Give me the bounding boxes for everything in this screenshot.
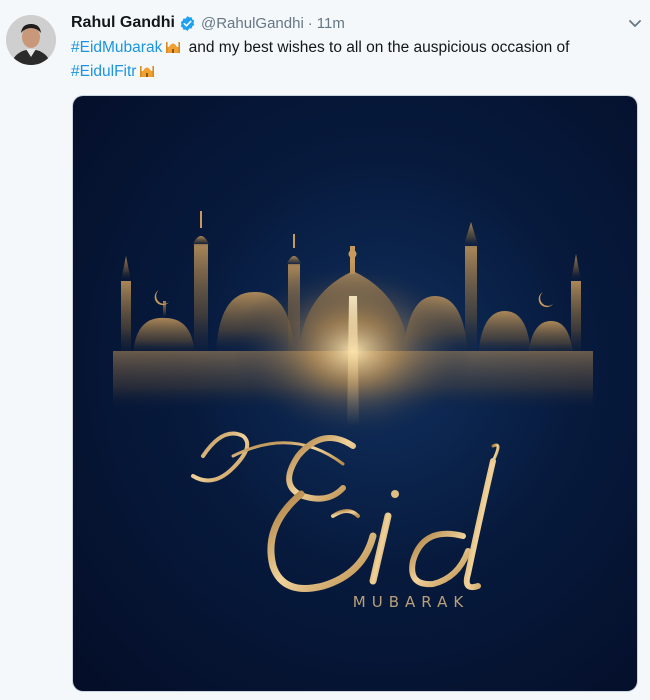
mubarak-text: MUBARAK [352, 593, 470, 611]
separator-dot: · [307, 14, 313, 32]
mosque-emoji-icon [139, 62, 155, 78]
hashtag-eidulfitr[interactable]: #EidulFitr [71, 63, 136, 80]
author-handle[interactable]: @RahulGandhi [201, 15, 304, 32]
mosque-emoji-icon [165, 38, 181, 54]
tweet-card[interactable]: Rahul Gandhi @RahulGandhi · 11m #EidMuba… [0, 0, 650, 700]
avatar[interactable] [6, 15, 56, 65]
eid-script-lettering [191, 431, 500, 592]
tweet-media-image[interactable]: MUBARAK [73, 96, 637, 691]
author-name[interactable]: Rahul Gandhi [71, 14, 175, 32]
tweet-header: Rahul Gandhi @RahulGandhi · 11m [71, 12, 345, 34]
tweet-body-text: and my best wishes to all on the auspici… [184, 39, 570, 56]
verified-badge-icon [179, 15, 196, 32]
tweet-timestamp[interactable]: 11m [317, 15, 345, 32]
hashtag-eidmubarak[interactable]: #EidMubarak [71, 39, 162, 56]
tweet-text: #EidMubarak and my best wishes to all on… [71, 36, 631, 84]
chevron-down-icon[interactable] [626, 14, 644, 32]
light-beam [347, 296, 359, 426]
